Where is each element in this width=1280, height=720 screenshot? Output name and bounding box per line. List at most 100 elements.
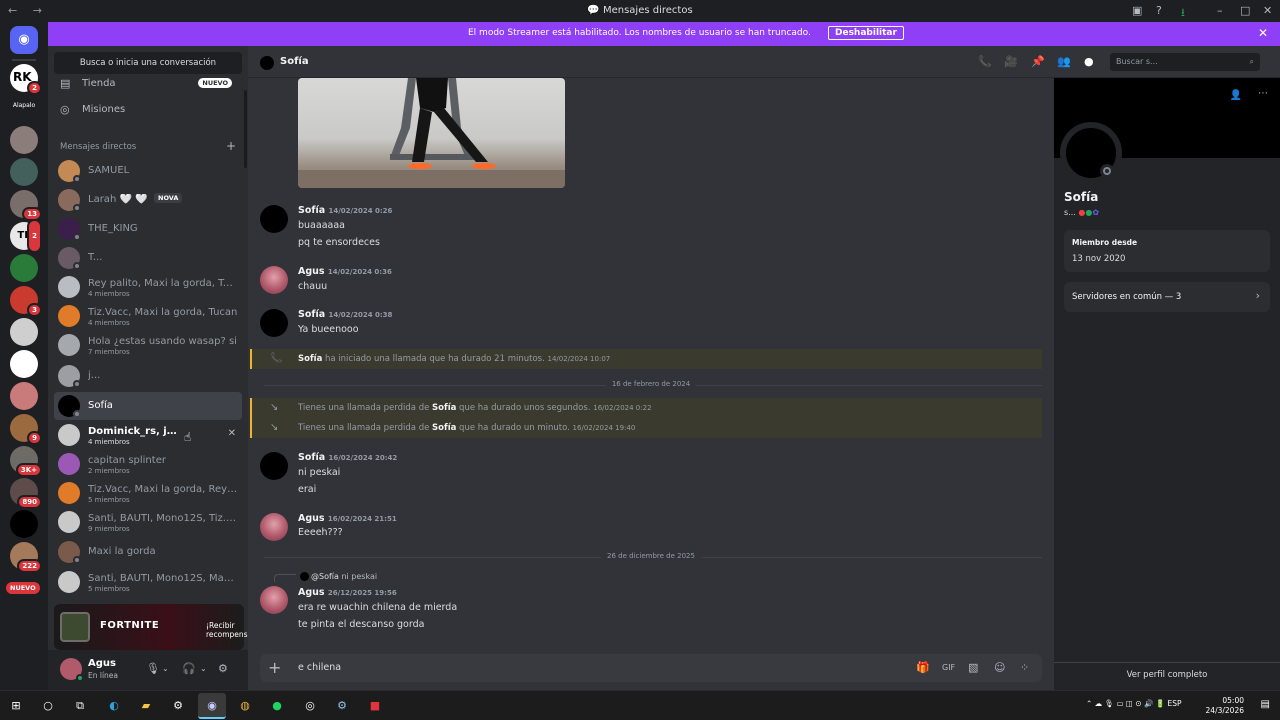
file-explorer-icon[interactable]: ▰ — [138, 698, 154, 714]
chat-title[interactable]: Sofía — [280, 56, 309, 67]
download-icon[interactable]: ⭳ — [1181, 4, 1185, 23]
nav-quests[interactable]: ◎ Misiones — [56, 100, 240, 122]
promo-card[interactable]: FORTNITE ¡Recibir recompensa! — [54, 604, 255, 650]
search-input[interactable]: Buscar s... ⌕ — [1110, 53, 1260, 71]
user-profile-icon[interactable]: ● — [1084, 55, 1094, 68]
reply-preview[interactable]: @Sofía ni peskai — [311, 572, 377, 581]
server-icon[interactable] — [10, 318, 38, 346]
avatar[interactable] — [260, 205, 288, 233]
close-icon[interactable]: ✕ — [1258, 26, 1268, 40]
inbox-icon[interactable]: ▣ — [1132, 4, 1142, 17]
caller-name[interactable]: Sofía — [298, 354, 322, 364]
avatar[interactable] — [260, 513, 288, 541]
app-icon[interactable]: ■ — [367, 698, 383, 714]
dm-item[interactable]: Santi, BAUTI, Mono12S, Tiz.Vac... 9 miemb… — [54, 508, 242, 536]
headphones-icon[interactable]: 🎧 — [182, 662, 196, 675]
server-icon[interactable] — [10, 382, 38, 410]
settings-gear-icon[interactable]: ⚙ — [170, 698, 186, 714]
chevron-down-icon[interactable]: ⌄ — [200, 664, 207, 673]
dm-item[interactable]: Tiz.Vacc, Maxi la gorda, Tucan 4 miembros — [54, 302, 242, 330]
server-icon[interactable] — [10, 126, 38, 154]
task-view-icon[interactable]: ⧉ — [72, 698, 88, 714]
mutual-servers-card[interactable]: Servidores en común — 3 › — [1064, 282, 1270, 312]
sticker-icon[interactable]: ▧ — [968, 661, 978, 674]
help-icon[interactable]: ? — [1156, 4, 1162, 17]
server-alapalo[interactable]: Alapalo — [4, 102, 44, 109]
chrome-icon[interactable]: ◍ — [237, 698, 253, 714]
message-input[interactable]: e chilena — [298, 662, 341, 673]
more-options-icon[interactable]: ⋯ — [1258, 88, 1268, 99]
message-author[interactable]: Sofía 16/02/2024 20:42 — [298, 452, 397, 463]
dm-item[interactable]: Larah 🤍 🤍 NOVA — [54, 186, 242, 214]
avatar[interactable] — [260, 586, 288, 614]
dm-item[interactable]: Hola ¿estas usando wasap? si 7 miembros — [54, 331, 242, 359]
video-call-icon[interactable]: 🎥 — [1004, 55, 1018, 68]
dm-item[interactable]: T... — [54, 244, 242, 272]
view-full-profile-link[interactable]: Ver perfil completo — [1054, 670, 1280, 680]
caller-name[interactable]: Sofía — [432, 403, 456, 413]
discord-home-icon[interactable]: ◉ — [10, 26, 38, 54]
new-badge[interactable]: NUEVO — [6, 582, 40, 594]
dm-item[interactable]: j... — [54, 362, 242, 390]
dm-item[interactable]: Maxi la gorda — [54, 538, 242, 566]
edge-icon[interactable]: ◐ — [106, 698, 122, 714]
close-dm-icon[interactable]: ✕ — [228, 428, 236, 439]
microphone-icon[interactable]: 🎙 — [146, 662, 160, 675]
server-icon[interactable]: 3 — [10, 286, 42, 317]
maximize-button[interactable]: □ — [1240, 4, 1250, 17]
caller-name[interactable]: Sofía — [432, 423, 456, 433]
server-icon[interactable]: 890 — [10, 478, 42, 509]
badge-icon[interactable]: ✿ — [1092, 208, 1099, 217]
windows-start-icon[interactable]: ⊞ — [8, 698, 24, 714]
add-friend-icon[interactable]: 👤 — [1230, 90, 1242, 101]
message-composer[interactable]: + e chilena 🎁 GIF ▧ ☺ ⁘ — [260, 654, 1042, 682]
emoji-icon[interactable]: ☺ — [994, 661, 1005, 674]
spotify-icon[interactable]: ● — [269, 698, 285, 714]
discord-taskbar-icon[interactable]: ◉ — [198, 693, 226, 719]
avatar[interactable] — [260, 452, 288, 480]
apps-icon[interactable]: ⁘ — [1020, 661, 1029, 674]
dm-item[interactable]: THE_KING — [54, 215, 242, 243]
server-icon[interactable]: 9 — [10, 414, 42, 445]
avatar[interactable] — [260, 309, 288, 337]
dm-item[interactable]: capitan splinter 2 miembros — [54, 450, 242, 478]
dm-item[interactable]: Tiz.Vacc, Maxi la gorda, Rey pali...5 mi… — [54, 479, 242, 507]
message-author[interactable]: Agus 26/12/2025 19:56 — [298, 587, 397, 598]
app-icon[interactable]: ◎ — [302, 698, 318, 714]
gif-icon[interactable]: GIF — [942, 663, 955, 672]
system-tray[interactable]: ⌃ ☁ 🎙 ▭ ◫ ⊙ 🔊 🔋 ESP — [1086, 699, 1182, 708]
message-author[interactable]: Agus 16/02/2024 21:51 — [298, 513, 397, 524]
chevron-down-icon[interactable]: ⌄ — [162, 664, 169, 673]
nav-store[interactable]: ▤ Tienda NUEVO — [56, 74, 240, 96]
dm-item[interactable]: Rey palito, Maxi la gorda, Tucan 4 miembr… — [54, 273, 242, 301]
conversation-search[interactable]: Busca o inicia una conversación — [54, 52, 242, 74]
dm-item[interactable]: Santi, BAUTI, Mono12S, Maxi la ...5 miem… — [54, 568, 242, 596]
apple-server-icon[interactable] — [10, 510, 38, 538]
pin-icon[interactable]: 📌 — [1031, 55, 1045, 68]
server-icon[interactable]: RK 2 — [10, 64, 42, 95]
close-window-button[interactable]: ✕ — [1263, 4, 1272, 17]
disable-streamer-button[interactable]: Deshabilitar — [828, 26, 904, 40]
server-icon[interactable]: 3K+ — [10, 446, 42, 477]
clock[interactable]: 05:00 24/3/2026 — [1206, 696, 1244, 716]
add-friends-icon[interactable]: 👥 — [1057, 55, 1071, 68]
add-attachment-icon[interactable]: + — [268, 658, 281, 677]
server-icon[interactable] — [10, 158, 38, 186]
server-o[interactable]: O — [10, 356, 38, 369]
gift-icon[interactable]: 🎁 — [916, 661, 930, 674]
language-indicator[interactable]: ESP — [1168, 699, 1182, 708]
dm-item[interactable]: SAMUEL — [54, 157, 242, 185]
server-icon[interactable]: 222 — [10, 542, 42, 573]
message-image-attachment[interactable] — [298, 78, 565, 188]
message-author[interactable]: Sofía 14/02/2024 0:38 — [298, 309, 392, 320]
server-icon[interactable]: 13 — [10, 190, 42, 221]
message-author[interactable]: Agus 14/02/2024 0:36 — [298, 266, 392, 277]
minimize-button[interactable]: – — [1217, 4, 1223, 17]
settings-gear-icon[interactable]: ⚙ — [218, 662, 228, 675]
dm-item-active[interactable]: Sofía — [54, 392, 242, 420]
dm-item-hover[interactable]: Dominick_rs, j..., I...4 miembros ✕ — [54, 421, 242, 449]
message-author[interactable]: Sofía 14/02/2024 0:26 — [298, 205, 392, 216]
steam-icon[interactable]: ⚙ — [334, 698, 350, 714]
avatar[interactable] — [260, 266, 288, 294]
scrollbar[interactable] — [244, 90, 247, 168]
